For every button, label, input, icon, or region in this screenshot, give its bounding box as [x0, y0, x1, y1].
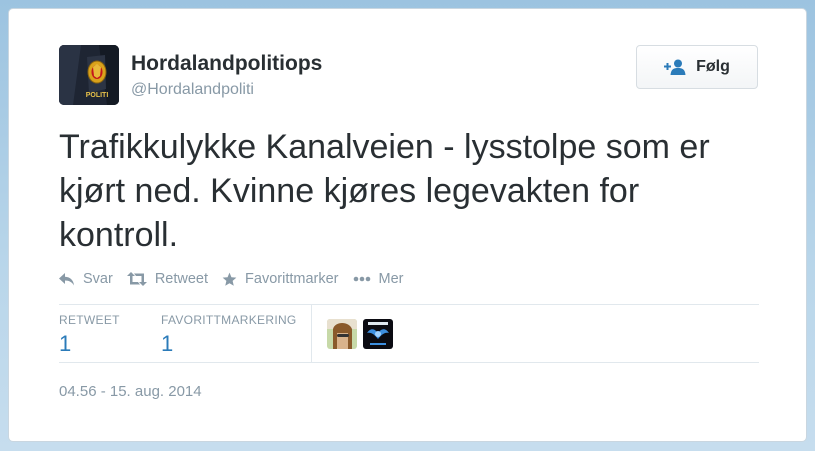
follow-button[interactable]: Følg: [636, 45, 758, 89]
stats-bottom-divider: [59, 362, 759, 363]
user-handle[interactable]: @Hordalandpoliti: [131, 81, 254, 99]
tweet-text: Trafikkulykke Kanalveien - lysstolpe som…: [59, 128, 710, 254]
reply-icon: [59, 272, 74, 285]
favorite-label: Favorittmarker: [245, 271, 339, 287]
more-action[interactable]: Mer: [353, 271, 404, 287]
favorites-count[interactable]: 1: [161, 331, 173, 357]
retweets-label: RETWEET: [59, 313, 120, 327]
person-photo-icon: [327, 319, 357, 349]
favorites-label: FAVORITTMARKERING: [161, 313, 297, 327]
star-icon: [222, 272, 237, 286]
add-user-icon: [664, 59, 686, 75]
tweet-timestamp[interactable]: 04.56 - 15. aug. 2014: [59, 383, 202, 400]
stats-separator: [311, 305, 312, 363]
retweets-count[interactable]: 1: [59, 331, 71, 357]
more-label: Mer: [378, 271, 404, 287]
user-display-name[interactable]: Hordalandpolitiops: [131, 52, 322, 76]
user-avatar[interactable]: POLITI: [59, 45, 119, 105]
favoriter-avatar-1[interactable]: [327, 319, 357, 349]
stats-top-divider: [59, 304, 759, 305]
follow-button-label: Følg: [696, 58, 730, 75]
favoriter-avatar-2[interactable]: [363, 319, 393, 349]
police-badge-avatar: POLITI: [59, 45, 119, 105]
reply-action[interactable]: Svar: [59, 271, 113, 287]
tweet-actions: Svar Retweet Favorittmarker Mer: [59, 271, 417, 287]
retweet-icon: [126, 272, 147, 286]
reply-label: Svar: [83, 271, 113, 287]
tweet-card: POLITI Hordalandpolitiops @Hordalandpoli…: [8, 8, 807, 442]
avatar-badge-text: POLITI: [86, 92, 109, 99]
favorite-action[interactable]: Favorittmarker: [222, 271, 339, 287]
retweet-label: Retweet: [154, 271, 209, 287]
politweet-logo-icon: [363, 319, 393, 349]
more-dots-icon: [353, 276, 370, 282]
retweet-action[interactable]: Retweet: [126, 271, 209, 287]
